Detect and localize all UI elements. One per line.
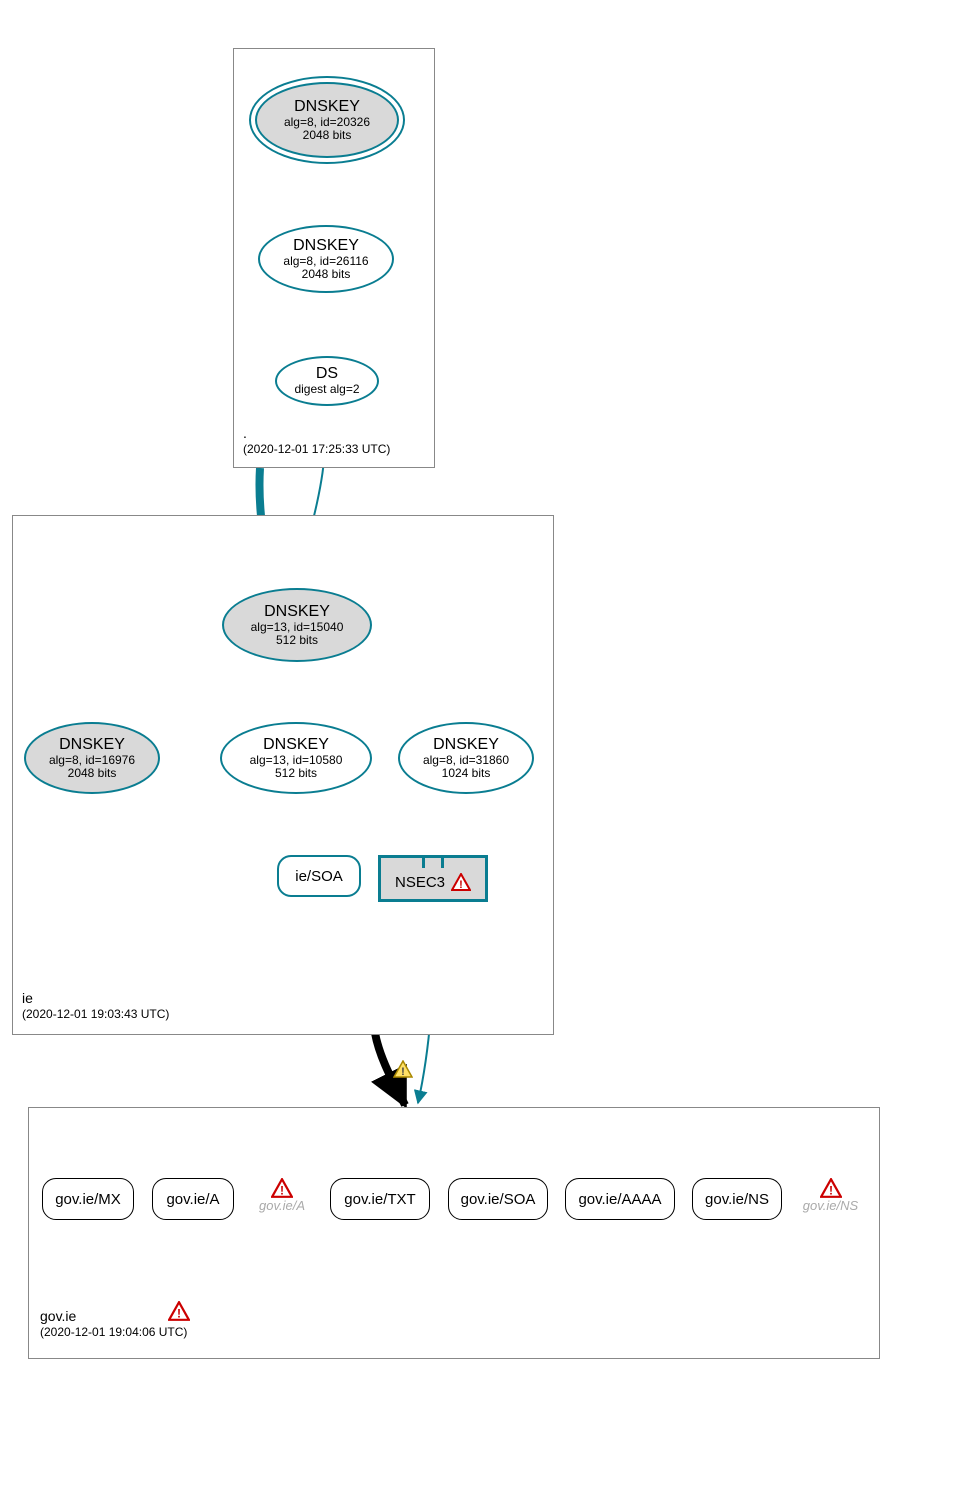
rr-govie-ns: gov.ie/NS [692,1178,782,1220]
node-ie-zsk-c: DNSKEY alg=8, id=31860 1024 bits [398,722,534,794]
node-ie-zsk-b: DNSKEY alg=13, id=10580 512 bits [220,722,372,794]
zone-ie-label: ie (2020-12-01 19:03:43 UTC) [22,990,169,1021]
rr-govie-txt: gov.ie/TXT [330,1178,430,1220]
zone-govie-name: gov.ie [40,1308,76,1324]
node-root-ksk: DNSKEY alg=8, id=20326 2048 bits [255,82,399,158]
rr-govie-soa: gov.ie/SOA [448,1178,548,1220]
zone-govie-label: gov.ie (2020-12-01 19:04:06 UTC) [40,1308,240,1339]
error-icon: ! [451,873,471,891]
node-nsec3: NSEC3 ! [378,862,488,902]
ghost-govie-a: ! gov.ie/A [252,1178,312,1213]
svg-text:!: ! [401,1066,405,1078]
zone-root-name: . [243,425,390,442]
svg-text:!: ! [280,1184,284,1198]
warning-icon: ! [393,1060,413,1081]
rr-govie-mx: gov.ie/MX [42,1178,134,1220]
zone-ie-name: ie [22,990,169,1007]
ghost-govie-ns: ! gov.ie/NS [798,1178,863,1213]
error-icon: ! [168,1301,190,1324]
zone-govie-timestamp: (2020-12-01 19:04:06 UTC) [40,1325,240,1339]
rr-govie-a: gov.ie/A [152,1178,234,1220]
node-ie-ksk: DNSKEY alg=13, id=15040 512 bits [222,588,372,662]
svg-text:!: ! [459,879,463,891]
node-root-ds: DS digest alg=2 [275,356,379,406]
zone-ie-timestamp: (2020-12-01 19:03:43 UTC) [22,1007,169,1021]
svg-text:!: ! [177,1307,181,1321]
node-ie-soa: ie/SOA [277,855,361,897]
zone-root-label: . (2020-12-01 17:25:33 UTC) [243,425,390,456]
node-ie-zsk-a: DNSKEY alg=8, id=16976 2048 bits [24,722,160,794]
svg-text:!: ! [828,1184,832,1198]
node-root-zsk: DNSKEY alg=8, id=26116 2048 bits [258,225,394,293]
zone-root-timestamp: (2020-12-01 17:25:33 UTC) [243,442,390,456]
rr-govie-aaaa: gov.ie/AAAA [565,1178,675,1220]
